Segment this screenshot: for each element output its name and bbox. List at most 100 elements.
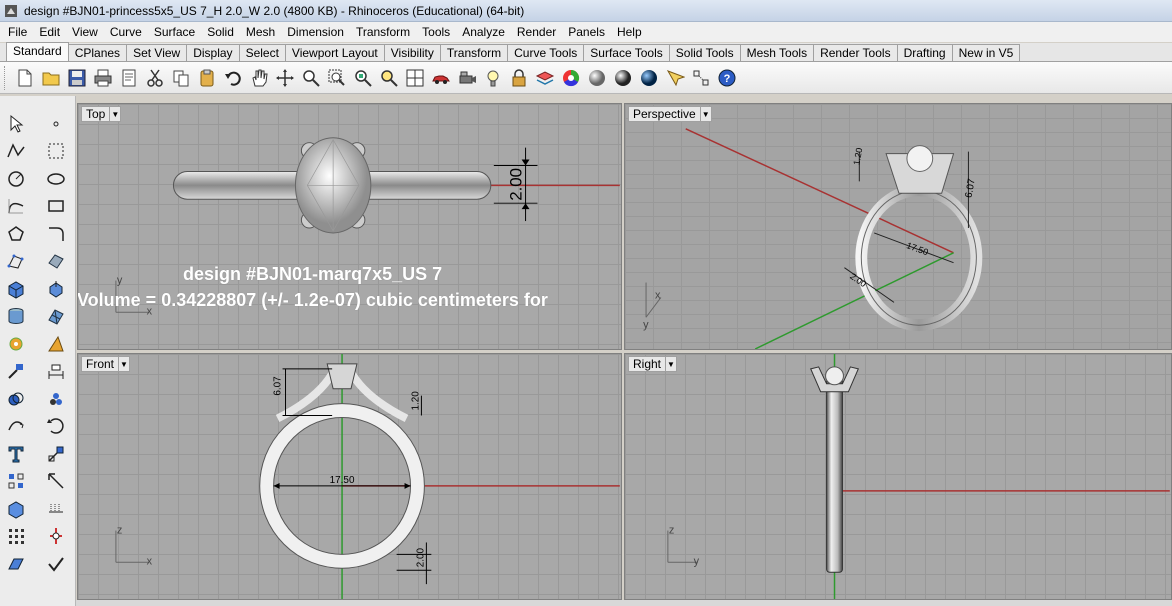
menu-tools[interactable]: Tools [416, 22, 456, 42]
tab-set-view[interactable]: Set View [126, 44, 188, 61]
toolbar-grip[interactable] [4, 65, 8, 90]
tab-visibility[interactable]: Visibility [383, 44, 441, 61]
tab-curve-tools[interactable]: Curve Tools [507, 44, 585, 61]
menu-panels[interactable]: Panels [562, 22, 611, 42]
tab-solid-tools[interactable]: Solid Tools [668, 44, 741, 61]
analyze-tool-icon[interactable] [42, 385, 70, 413]
paste-icon[interactable] [194, 65, 220, 91]
help-icon[interactable]: ? [714, 65, 740, 91]
tab-transform[interactable]: Transform [439, 44, 509, 61]
menu-surface[interactable]: Surface [148, 22, 201, 42]
dropdown-arrow-icon[interactable]: ▼ [665, 357, 676, 371]
polyline-icon[interactable] [2, 138, 30, 166]
zoom-window-icon[interactable] [324, 65, 350, 91]
dropdown-arrow-icon[interactable]: ▼ [118, 357, 129, 371]
curve-from-object-icon[interactable] [2, 413, 30, 441]
render-tool-icon[interactable] [42, 330, 70, 358]
menu-curve[interactable]: Curve [104, 22, 148, 42]
gumball-tool-icon[interactable] [42, 523, 70, 551]
dropdown-arrow-icon[interactable]: ▼ [109, 107, 120, 121]
drafting-tool-icon[interactable] [42, 495, 70, 523]
point-tool-icon[interactable] [42, 110, 70, 138]
fillet-curve-icon[interactable] [42, 220, 70, 248]
box-solid-icon[interactable] [2, 275, 30, 303]
color-wheel-icon[interactable] [558, 65, 584, 91]
zoom-extents-icon[interactable] [350, 65, 376, 91]
render-surface-icon[interactable] [2, 550, 30, 578]
mesh-tool-icon[interactable] [42, 303, 70, 331]
camera-icon[interactable] [454, 65, 480, 91]
polygon-tool-icon[interactable] [2, 220, 30, 248]
menu-mesh[interactable]: Mesh [240, 22, 281, 42]
tab-mesh-tools[interactable]: Mesh Tools [739, 44, 815, 61]
ellipse-tool-icon[interactable] [42, 165, 70, 193]
menu-dimension[interactable]: Dimension [281, 22, 350, 42]
zoom-icon[interactable] [298, 65, 324, 91]
curve-tool-icon[interactable] [2, 193, 30, 221]
scale-tool-icon[interactable] [42, 468, 70, 496]
layer-icon[interactable] [532, 65, 558, 91]
print-icon[interactable] [90, 65, 116, 91]
viewport-right-title[interactable]: Right ▼ [628, 356, 678, 372]
menu-view[interactable]: View [66, 22, 104, 42]
cylinder-solid-icon[interactable] [2, 303, 30, 331]
menu-file[interactable]: File [2, 22, 33, 42]
tab-standard[interactable]: Standard [6, 42, 69, 61]
solid-box-edit-icon[interactable] [2, 495, 30, 523]
rectangle-tool-icon[interactable] [42, 193, 70, 221]
viewport-front[interactable]: Front ▼ 6.07 1.20 17.50 2.00 z x [77, 353, 622, 600]
lock-icon[interactable] [506, 65, 532, 91]
move-tool-icon[interactable] [42, 440, 70, 468]
viewport-right[interactable]: Right ▼ z y [624, 353, 1172, 600]
viewport-front-title[interactable]: Front ▼ [81, 356, 131, 372]
line-tool-icon[interactable] [42, 138, 70, 166]
tab-viewport-layout[interactable]: Viewport Layout [284, 44, 385, 61]
rotate-view-icon[interactable] [272, 65, 298, 91]
grid-dots-icon[interactable] [2, 523, 30, 551]
tab-display[interactable]: Display [186, 44, 240, 61]
check-tool-icon[interactable] [42, 550, 70, 578]
osnap-icon[interactable] [662, 65, 688, 91]
dimension-tool-icon[interactable] [42, 358, 70, 386]
menu-help[interactable]: Help [611, 22, 648, 42]
transform-tool-icon[interactable] [2, 358, 30, 386]
menu-render[interactable]: Render [511, 22, 562, 42]
rotate-tool-icon[interactable] [42, 413, 70, 441]
viewport-top-title[interactable]: Top ▼ [81, 106, 122, 122]
viewport-top[interactable]: Top ▼ 2.00 y x design #BJN01-marq7x5_US … [77, 103, 622, 350]
cut-icon[interactable] [142, 65, 168, 91]
menu-analyze[interactable]: Analyze [456, 22, 511, 42]
array-tool-icon[interactable] [2, 468, 30, 496]
open-folder-icon[interactable] [38, 65, 64, 91]
document-icon[interactable] [116, 65, 142, 91]
viewport-tabs-strip[interactable] [76, 600, 1172, 606]
grid-snap-icon[interactable] [688, 65, 714, 91]
copy-icon[interactable] [168, 65, 194, 91]
menu-transform[interactable]: Transform [350, 22, 416, 42]
tab-select[interactable]: Select [238, 44, 286, 61]
circle-tool-icon[interactable] [2, 165, 30, 193]
boolean-icon[interactable] [2, 385, 30, 413]
zoom-selected-icon[interactable] [376, 65, 402, 91]
sphere-shaded-icon[interactable] [584, 65, 610, 91]
tab-new-in-v5[interactable]: New in V5 [951, 44, 1021, 61]
viewport-perspective[interactable]: Perspective ▼ 1.20 6.07 17.50 2.00 x y [624, 103, 1172, 350]
undo-icon[interactable] [220, 65, 246, 91]
tab-cplanes[interactable]: CPlanes [67, 44, 128, 61]
pan-hand-icon[interactable] [246, 65, 272, 91]
sphere-blue-icon[interactable] [636, 65, 662, 91]
extrude-solid-icon[interactable] [42, 275, 70, 303]
four-view-icon[interactable] [402, 65, 428, 91]
select-arrow-icon[interactable] [2, 110, 30, 138]
tab-drafting[interactable]: Drafting [896, 44, 953, 61]
dropdown-arrow-icon[interactable]: ▼ [699, 107, 711, 121]
sphere-rendered-icon[interactable] [610, 65, 636, 91]
text-tool-icon[interactable] [2, 440, 30, 468]
surface-tool-icon[interactable] [42, 248, 70, 276]
save-icon[interactable] [64, 65, 90, 91]
new-file-icon[interactable] [12, 65, 38, 91]
car-icon[interactable] [428, 65, 454, 91]
viewport-perspective-title[interactable]: Perspective ▼ [628, 106, 712, 122]
mesh-gear-icon[interactable] [2, 330, 30, 358]
point-cloud-icon[interactable] [2, 248, 30, 276]
